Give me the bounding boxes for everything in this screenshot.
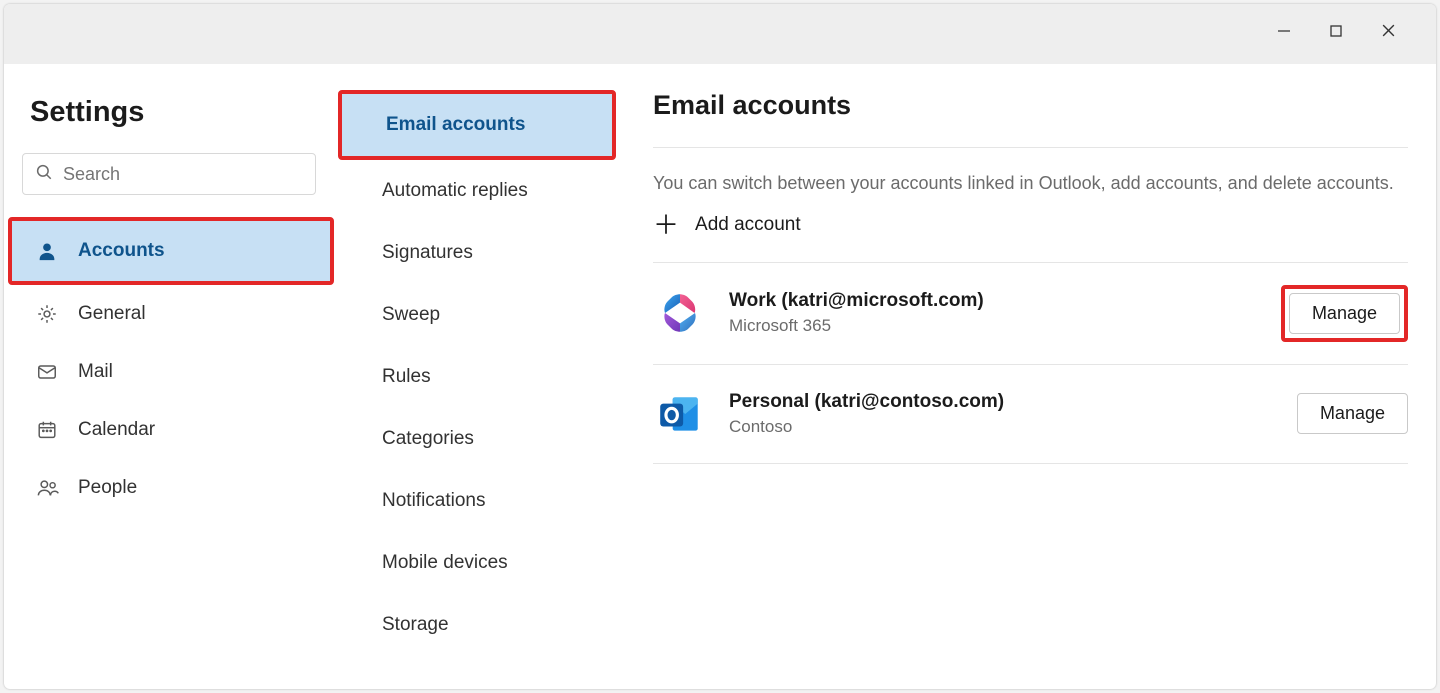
nav-label: General <box>78 303 146 325</box>
nav-item-mail[interactable]: Mail <box>22 343 316 401</box>
highlight-box: Manage <box>1281 285 1408 342</box>
account-subtitle: Microsoft 365 <box>729 316 1259 336</box>
sub-label: Mobile devices <box>382 552 508 574</box>
plus-icon: ＋ <box>653 212 679 238</box>
account-title: Work (katri@microsoft.com) <box>729 290 1259 312</box>
minimize-button[interactable] <box>1258 22 1310 43</box>
sub-label: Signatures <box>382 242 473 264</box>
mail-icon <box>36 361 60 383</box>
sub-label: Storage <box>382 614 449 636</box>
nav-item-accounts[interactable]: Accounts <box>8 217 334 285</box>
nav-label: Calendar <box>78 419 155 441</box>
sub-label: Rules <box>382 366 431 388</box>
outlook-logo-icon <box>653 387 707 441</box>
sub-item-sweep[interactable]: Sweep <box>334 284 624 346</box>
sub-label: Categories <box>382 428 474 450</box>
microsoft-365-logo-icon <box>653 286 707 340</box>
calendar-icon <box>36 419 60 441</box>
account-info: Work (katri@microsoft.com) Microsoft 365 <box>729 290 1259 336</box>
sub-label: Notifications <box>382 490 486 512</box>
manage-button[interactable]: Manage <box>1289 293 1400 334</box>
body: Settings Accounts General <box>4 64 1436 689</box>
search-icon <box>35 163 53 186</box>
search-box[interactable] <box>22 153 316 195</box>
nav-item-people[interactable]: People <box>22 459 316 517</box>
sub-item-notifications[interactable]: Notifications <box>334 470 624 532</box>
close-button[interactable] <box>1362 22 1414 43</box>
nav-label: Accounts <box>78 240 165 262</box>
content-pane: Email accounts You can switch between yo… <box>624 64 1436 689</box>
settings-window: Settings Accounts General <box>4 4 1436 689</box>
sub-label: Automatic replies <box>382 180 528 202</box>
settings-title: Settings <box>30 96 316 129</box>
sub-item-mobile-devices[interactable]: Mobile devices <box>334 532 624 594</box>
add-account-label: Add account <box>695 214 801 236</box>
sub-nav: Email accounts Automatic replies Signatu… <box>334 64 624 689</box>
nav-item-calendar[interactable]: Calendar <box>22 401 316 459</box>
content-heading: Email accounts <box>653 90 1408 121</box>
account-row: Work (katri@microsoft.com) Microsoft 365… <box>653 262 1408 364</box>
person-icon <box>36 240 60 262</box>
sub-label: Sweep <box>382 304 440 326</box>
titlebar <box>4 4 1436 64</box>
nav-item-general[interactable]: General <box>22 285 316 343</box>
sub-item-email-accounts[interactable]: Email accounts <box>338 90 616 160</box>
divider <box>653 147 1408 148</box>
people-icon <box>36 477 60 499</box>
manage-button[interactable]: Manage <box>1297 393 1408 434</box>
maximize-button[interactable] <box>1310 22 1362 43</box>
sub-item-storage[interactable]: Storage <box>334 594 624 656</box>
sub-item-categories[interactable]: Categories <box>334 408 624 470</box>
sub-item-automatic-replies[interactable]: Automatic replies <box>334 160 624 222</box>
gear-icon <box>36 303 60 325</box>
search-input[interactable] <box>63 164 303 185</box>
account-title: Personal (katri@contoso.com) <box>729 391 1275 413</box>
account-subtitle: Contoso <box>729 417 1275 437</box>
nav-label: People <box>78 477 137 499</box>
sub-item-signatures[interactable]: Signatures <box>334 222 624 284</box>
nav-label: Mail <box>78 361 113 383</box>
content-description: You can switch between your accounts lin… <box>653 170 1408 198</box>
add-account-button[interactable]: ＋ Add account <box>653 212 1408 238</box>
account-row: Personal (katri@contoso.com) Contoso Man… <box>653 364 1408 464</box>
account-info: Personal (katri@contoso.com) Contoso <box>729 391 1275 437</box>
sub-item-rules[interactable]: Rules <box>334 346 624 408</box>
settings-sidebar: Settings Accounts General <box>4 64 334 689</box>
sub-label: Email accounts <box>386 114 525 136</box>
